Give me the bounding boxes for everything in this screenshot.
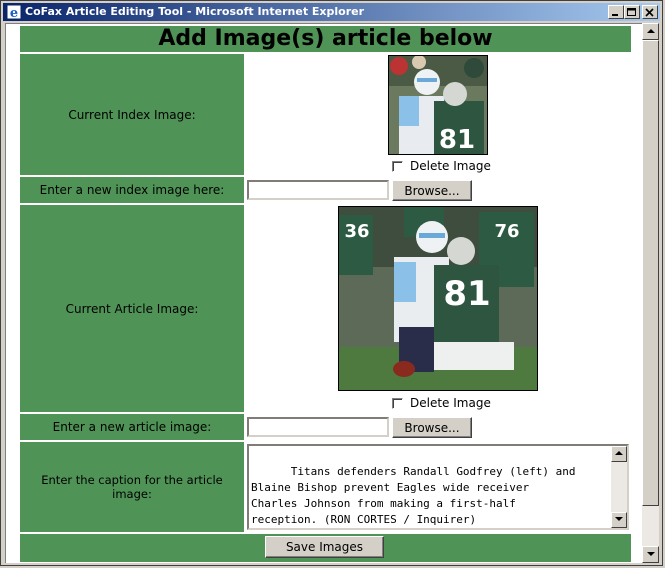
delete-index-image-checkbox[interactable] — [392, 160, 403, 172]
delete-article-image-row: Delete Image — [392, 396, 491, 410]
index-image-label-text: Current Index Image: — [68, 107, 196, 122]
scroll-down-icon — [615, 517, 623, 521]
new-index-file-input[interactable] — [247, 180, 389, 200]
scroll-up-button[interactable] — [642, 23, 659, 40]
new-article-label-text: Enter a new article image: — [52, 420, 212, 434]
new-article-label: Enter a new article image: — [20, 414, 244, 440]
caption-text: Titans defenders Randall Godfrey (left) … — [251, 465, 576, 526]
article-browse-button[interactable]: Browse... — [392, 417, 472, 438]
maximize-icon — [627, 8, 636, 16]
ie-icon: e — [6, 4, 22, 20]
article-image-label-text: Current Article Image: — [65, 301, 199, 316]
minimize-icon — [612, 14, 618, 16]
save-images-button[interactable]: Save Images — [265, 536, 384, 558]
index-browse-button[interactable]: Browse... — [392, 180, 472, 201]
minimize-button[interactable] — [608, 5, 624, 19]
article-image-label: Current Article Image: — [20, 205, 244, 412]
page-viewport: Add Image(s) article below Current Index… — [5, 23, 642, 563]
page-heading: Add Image(s) article below — [20, 26, 631, 52]
caption-scrollbar[interactable] — [611, 446, 627, 528]
scroll-down-icon — [647, 552, 655, 556]
browser-window: e CoFax Article Editing Tool - Microsoft… — [0, 0, 663, 566]
caption-label: Enter the caption for the article image: — [20, 442, 244, 532]
svg-text:81: 81 — [439, 125, 475, 155]
new-index-label-text: Enter a new index image here: — [39, 183, 225, 197]
title-bar: e CoFax Article Editing Tool - Microsoft… — [3, 3, 660, 21]
scroll-up-icon — [615, 451, 623, 455]
close-button[interactable] — [642, 5, 658, 19]
new-index-label: Enter a new index image here: — [20, 177, 244, 203]
scroll-down-button[interactable] — [642, 546, 659, 563]
caption-textarea[interactable]: Titans defenders Randall Godfrey (left) … — [247, 444, 629, 530]
svg-text:76: 76 — [494, 221, 519, 242]
scroll-thumb[interactable] — [642, 40, 659, 506]
svg-text:81: 81 — [443, 274, 490, 314]
caption-label-text: Enter the caption for the article image: — [41, 473, 223, 501]
new-article-file-input[interactable] — [247, 417, 389, 437]
delete-index-image-row: Delete Image — [392, 159, 491, 173]
close-icon — [645, 8, 654, 17]
caption-scroll-up-button[interactable] — [611, 446, 627, 462]
svg-text:e: e — [10, 6, 18, 20]
delete-article-image-label: Delete Image — [410, 396, 491, 410]
article-image-photo: 36 76 81 — [338, 206, 538, 391]
delete-index-image-label: Delete Image — [410, 159, 491, 173]
svg-text:36: 36 — [344, 221, 369, 242]
index-image-label: Current Index Image: — [20, 54, 244, 175]
maximize-button[interactable] — [624, 5, 640, 19]
window-title: CoFax Article Editing Tool - Microsoft I… — [25, 5, 365, 18]
page-scrollbar[interactable] — [642, 23, 659, 563]
index-image-thumbnail: 81 — [388, 55, 488, 155]
caption-scroll-down-button[interactable] — [611, 512, 627, 528]
scroll-up-icon — [647, 29, 655, 33]
delete-article-image-checkbox[interactable] — [392, 397, 403, 409]
